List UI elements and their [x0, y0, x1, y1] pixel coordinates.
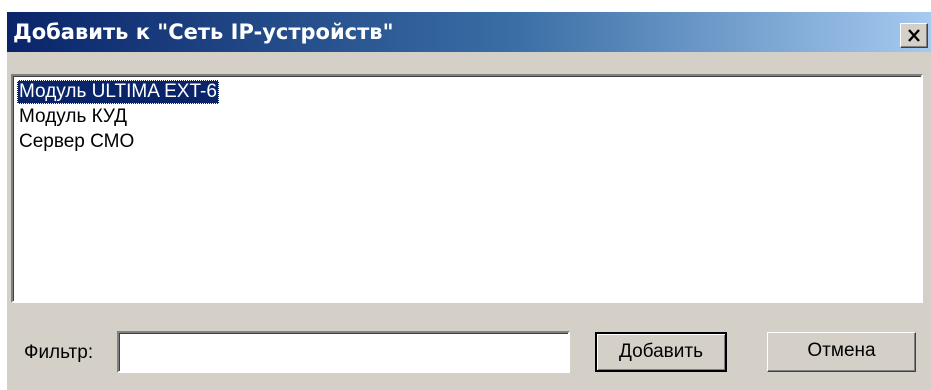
- filter-label: Фильтр:: [24, 342, 94, 363]
- cancel-button[interactable]: Отмена: [767, 332, 916, 372]
- device-type-list[interactable]: Модуль ULTIMA EXT-6 Модуль КУД Сервер СМ…: [11, 74, 923, 303]
- close-button[interactable]: [900, 23, 928, 48]
- close-icon: [908, 29, 920, 42]
- list-item-ultima-ext-6[interactable]: Модуль ULTIMA EXT-6: [17, 80, 219, 104]
- add-device-dialog: Добавить к "Сеть IP-устройств" Модуль UL…: [7, 12, 931, 390]
- filter-input[interactable]: [117, 331, 570, 373]
- list-item-kud[interactable]: Модуль КУД: [17, 105, 129, 129]
- title-bar[interactable]: Добавить к "Сеть IP-устройств": [7, 12, 931, 52]
- list-item-smo-server[interactable]: Сервер СМО: [17, 130, 136, 154]
- add-button[interactable]: Добавить: [595, 332, 727, 372]
- window-title: Добавить к "Сеть IP-устройств": [13, 20, 394, 44]
